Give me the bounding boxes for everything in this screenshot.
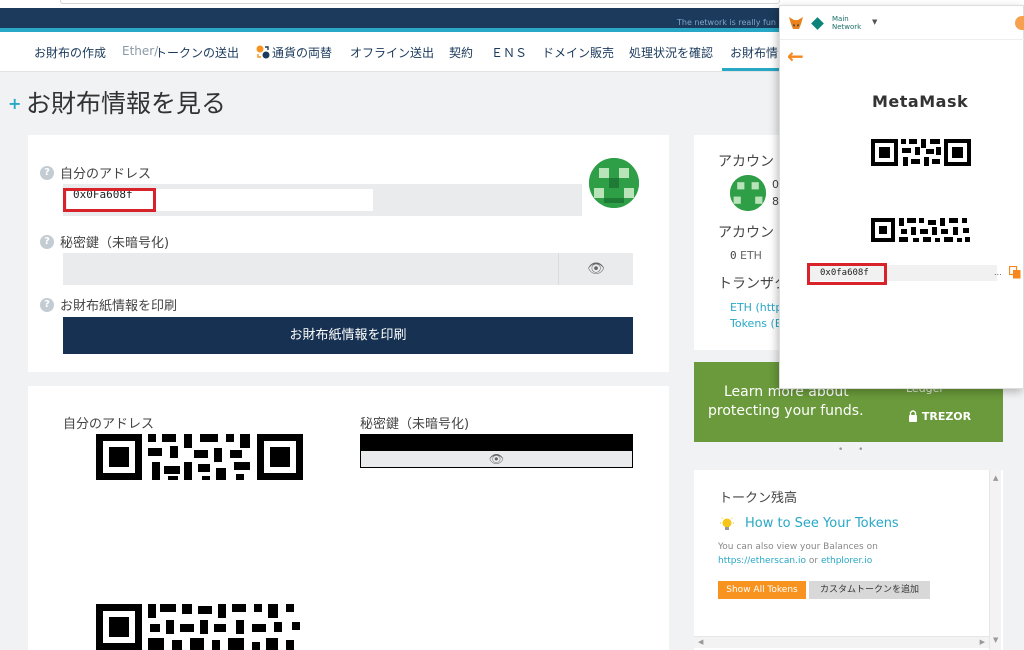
trezor-label: TREZOR — [921, 410, 972, 423]
print-paper-wallet-label: お財布紙情報を印刷 — [60, 299, 178, 314]
paper-show-private-key-button[interactable]: 👁 — [360, 451, 633, 468]
plus-icon[interactable]: + — [8, 94, 21, 113]
metamask-qr-bottom — [871, 218, 970, 242]
nav-active-indicator — [722, 68, 782, 71]
eye-icon: 👁 — [488, 452, 505, 466]
header-tagline: The network is really fun — [676, 18, 776, 27]
metamask-address-highlight — [807, 263, 887, 285]
nav-ether-prefix[interactable]: Ether/ — [122, 44, 158, 58]
account-balance-label: アカウン — [718, 225, 774, 241]
url-bar-edge[interactable] — [60, 0, 780, 4]
metamask-popup: Main Network ▼ ← MetaMask 0x0fa608f ... — [779, 5, 1024, 389]
help-icon[interactable]: ? — [40, 235, 54, 249]
promo-line-2: protecting your funds. — [708, 403, 864, 419]
account-menu-icon[interactable] — [1015, 16, 1024, 30]
account-address-fragment-2: 8 — [772, 195, 779, 208]
network-name-line1: Main — [832, 15, 849, 23]
network-name-line2: Network — [832, 23, 862, 31]
nav-swap-label: 通貨の両替 — [272, 46, 333, 60]
help-icon[interactable]: ? — [40, 298, 54, 312]
token-balances-title: トークン残高 — [719, 491, 798, 506]
nav-check-tx-status[interactable]: 処理状況を確認 — [629, 44, 713, 61]
metamask-fox-icon[interactable] — [788, 16, 804, 30]
nav-contracts[interactable]: 契約 — [449, 44, 473, 61]
page-title: お財布情報を見る — [26, 89, 227, 118]
etherscan-link[interactable]: https://etherscan.io — [718, 556, 806, 566]
token-balances-card: トークン残高 How to See Your Tokens You can al… — [694, 470, 1003, 650]
identicon-pattern — [730, 175, 766, 211]
carousel-dots[interactable]: • • — [838, 445, 869, 455]
eth-history-link[interactable]: ETH (http — [730, 301, 782, 314]
scroll-down-arrow-icon[interactable]: ▼ — [993, 636, 998, 644]
vertical-scrollbar[interactable]: ▲ ▼ — [989, 470, 1001, 650]
show-private-key-button[interactable]: 👁 — [558, 253, 633, 285]
address-qr-code-lower — [96, 604, 300, 650]
metamask-header: Main Network ▼ — [780, 6, 1024, 40]
show-all-tokens-button[interactable]: Show All Tokens — [718, 581, 806, 599]
private-key-field[interactable] — [63, 253, 558, 285]
address-label: 自分のアドレス — [60, 167, 152, 182]
back-arrow-icon[interactable]: ← — [787, 44, 804, 68]
balance-value: 0 — [730, 249, 737, 262]
paper-private-key-field: 👁 — [360, 434, 633, 468]
ethplorer-link[interactable]: ethplorer.io — [821, 556, 872, 566]
nav-offline-send[interactable]: オフライン送出 — [350, 44, 434, 61]
account-address-label: アカウン — [718, 154, 774, 170]
address-qr-code — [96, 434, 303, 480]
private-key-label: 秘密鍵（未暗号化) — [60, 236, 170, 251]
nav-view-wallet-info[interactable]: お財布情 — [730, 44, 778, 61]
account-identicon — [730, 175, 766, 211]
tokens-description: You can also view your Balances on https… — [718, 540, 878, 568]
metamask-title: MetaMask — [872, 92, 969, 111]
address-ellipsis: ... — [994, 268, 1002, 277]
nav-swap[interactable]: 通貨の両替 — [256, 44, 332, 61]
how-to-see-tokens-link[interactable]: How to See Your Tokens — [745, 516, 899, 531]
address-highlight — [63, 188, 156, 212]
account-address-fragment: 0 — [772, 178, 779, 191]
print-paper-wallet-button[interactable]: お財布紙情報を印刷 — [63, 317, 633, 354]
horizontal-scrollbar[interactable]: ◀ ▶ — [694, 636, 989, 648]
tokens-history-link[interactable]: Tokens (E — [730, 317, 782, 330]
lock-icon — [909, 410, 917, 422]
identicon-pattern — [589, 158, 639, 208]
swap-icon — [256, 45, 270, 59]
metamask-qr-top — [871, 139, 971, 166]
paper-wallet-card: 自分のアドレス 秘密鍵（未暗号化) 👁 — [28, 386, 669, 650]
chevron-down-icon[interactable]: ▼ — [872, 18, 877, 26]
nav-domain-sale[interactable]: ドメイン販売 — [542, 44, 614, 61]
network-selector[interactable]: Main Network — [832, 15, 861, 31]
wallet-info-card: ? 自分のアドレス 0x0Fa608f ? 秘密鍵（未暗号化) 👁 ? お財布紙… — [28, 135, 669, 372]
scroll-up-arrow-icon[interactable]: ▲ — [993, 474, 998, 482]
lightbulb-icon — [720, 517, 734, 530]
eye-icon: 👁 — [587, 261, 605, 277]
add-custom-token-button[interactable]: カスタムトークンを追加 — [809, 581, 930, 599]
balance-unit: ETH — [740, 249, 762, 262]
nav-ens[interactable]: ＥＮＳ — [491, 44, 527, 61]
tokens-desc-line: You can also view your Balances on — [718, 542, 878, 552]
wallet-identicon — [589, 158, 639, 208]
metamask-qr-whitespace — [866, 169, 977, 219]
network-status-icon — [811, 17, 824, 30]
nav-create-wallet[interactable]: お財布の作成 — [34, 44, 106, 61]
paper-private-key-label: 秘密鍵（未暗号化) — [360, 417, 470, 432]
copy-icon[interactable] — [1009, 266, 1021, 279]
scroll-left-arrow-icon[interactable]: ◀ — [698, 638, 703, 646]
transaction-history-label: トランザク — [718, 276, 788, 292]
nav-send-tokens[interactable]: トークンの送出 — [155, 44, 239, 61]
or-text: or — [806, 556, 821, 566]
trezor-logo: TREZOR — [908, 410, 971, 423]
paper-address-label: 自分のアドレス — [63, 417, 155, 432]
tokens-desc-links: https://etherscan.io or ethplorer.io — [718, 554, 878, 568]
scroll-right-arrow-icon[interactable]: ▶ — [980, 638, 985, 646]
help-icon[interactable]: ? — [40, 166, 54, 180]
